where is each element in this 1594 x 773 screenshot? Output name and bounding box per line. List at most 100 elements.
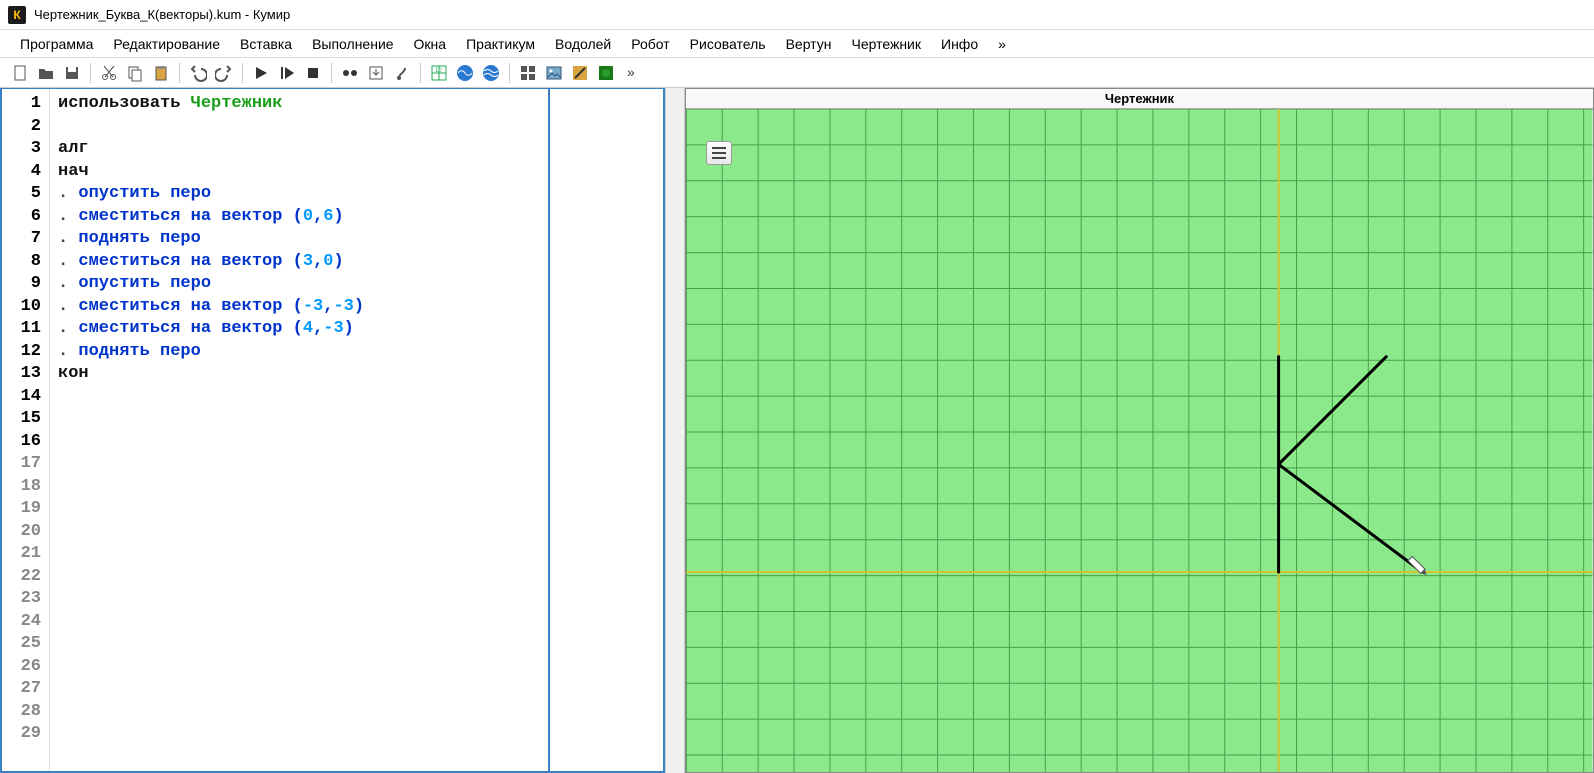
- menu-item-9[interactable]: Вертун: [776, 32, 842, 56]
- save-icon[interactable]: [60, 61, 84, 85]
- line-number: 1: [6, 93, 41, 116]
- menu-item-7[interactable]: Робот: [621, 32, 679, 56]
- new-file-icon[interactable]: [8, 61, 32, 85]
- line-number: 26: [6, 656, 41, 679]
- toolbar-separator: [420, 63, 421, 83]
- line-number: 24: [6, 611, 41, 634]
- editor-pane: 1234567891011121314151617181920212223242…: [0, 88, 665, 773]
- code-line[interactable]: . поднять перо: [58, 228, 540, 251]
- code-line[interactable]: . сместиться на вектор (-3,-3): [58, 296, 540, 319]
- code-line[interactable]: . сместиться на вектор (4,-3): [58, 318, 540, 341]
- code-line[interactable]: алг: [58, 138, 540, 161]
- menubar: ПрограммаРедактированиеВставкаВыполнение…: [0, 30, 1594, 58]
- cut-icon[interactable]: [97, 61, 121, 85]
- line-number: 9: [6, 273, 41, 296]
- menu-item-5[interactable]: Практикум: [456, 32, 545, 56]
- paste-icon[interactable]: [149, 61, 173, 85]
- code-line[interactable]: нач: [58, 161, 540, 184]
- line-number: 15: [6, 408, 41, 431]
- menu-item-2[interactable]: Вставка: [230, 32, 302, 56]
- menu-item-12[interactable]: »: [988, 32, 1016, 56]
- redo-icon[interactable]: [212, 61, 236, 85]
- app-icon: К: [8, 6, 26, 24]
- line-number: 6: [6, 206, 41, 229]
- titlebar: К Чертежник_Буква_К(векторы).kum - Кумир: [0, 0, 1594, 30]
- line-number: 7: [6, 228, 41, 251]
- line-number: 11: [6, 318, 41, 341]
- line-number: 10: [6, 296, 41, 319]
- palette-icon[interactable]: [568, 61, 592, 85]
- menu-item-10[interactable]: Чертежник: [841, 32, 931, 56]
- code-line[interactable]: . опустить перо: [58, 183, 540, 206]
- menu-item-4[interactable]: Окна: [404, 32, 457, 56]
- code-area[interactable]: 1234567891011121314151617181920212223242…: [2, 89, 663, 771]
- breakpoint-icon[interactable]: [338, 61, 362, 85]
- undo-icon[interactable]: [186, 61, 210, 85]
- canvas-menu-button[interactable]: [706, 141, 732, 165]
- line-number: 28: [6, 701, 41, 724]
- line-number: 27: [6, 678, 41, 701]
- line-number: 13: [6, 363, 41, 386]
- line-number: 29: [6, 723, 41, 746]
- svg-text:10: 10: [435, 68, 442, 74]
- side-gutter: [548, 89, 663, 771]
- open-file-icon[interactable]: [34, 61, 58, 85]
- workspace: 1234567891011121314151617181920212223242…: [0, 88, 1594, 773]
- step-into-icon[interactable]: [364, 61, 388, 85]
- window-title: Чертежник_Буква_К(векторы).kum - Кумир: [34, 7, 290, 22]
- menu-item-6[interactable]: Водолей: [545, 32, 621, 56]
- drawing-pane-title: Чертежник: [686, 89, 1593, 109]
- step-out-icon[interactable]: [390, 61, 414, 85]
- svg-text:»: »: [627, 64, 635, 80]
- line-number: 20: [6, 521, 41, 544]
- waves-icon[interactable]: [453, 61, 477, 85]
- code-line[interactable]: . поднять перо: [58, 341, 540, 364]
- drawing-pane: Чертежник: [685, 88, 1594, 773]
- code-line[interactable]: . сместиться на вектор (0,6): [58, 206, 540, 229]
- stop-icon[interactable]: [301, 61, 325, 85]
- copy-icon[interactable]: [123, 61, 147, 85]
- more-icon[interactable]: »: [620, 61, 644, 85]
- toolbar-separator: [179, 63, 180, 83]
- toolbar-separator: [242, 63, 243, 83]
- toolbar-separator: [90, 63, 91, 83]
- line-number: 16: [6, 431, 41, 454]
- line-gutter: 1234567891011121314151617181920212223242…: [2, 89, 50, 771]
- menu-item-8[interactable]: Рисователь: [680, 32, 776, 56]
- line-number: 23: [6, 588, 41, 611]
- code-line[interactable]: [58, 116, 540, 139]
- line-number: 22: [6, 566, 41, 589]
- line-number: 14: [6, 386, 41, 409]
- code-line[interactable]: использовать Чертежник: [58, 93, 540, 116]
- modules-icon[interactable]: [516, 61, 540, 85]
- toolbar-separator: [509, 63, 510, 83]
- line-number: 17: [6, 453, 41, 476]
- grid-icon[interactable]: 10: [427, 61, 451, 85]
- menu-item-0[interactable]: Программа: [10, 32, 103, 56]
- code-line[interactable]: кон: [58, 363, 540, 386]
- line-number: 4: [6, 161, 41, 184]
- line-number: 21: [6, 543, 41, 566]
- line-number: 2: [6, 116, 41, 139]
- code-line[interactable]: . опустить перо: [58, 273, 540, 296]
- line-number: 12: [6, 341, 41, 364]
- canvas-wrap[interactable]: [686, 109, 1593, 772]
- image-icon[interactable]: [542, 61, 566, 85]
- menu-item-1[interactable]: Редактирование: [103, 32, 230, 56]
- toolbar: 10 »: [0, 58, 1594, 88]
- line-number: 25: [6, 633, 41, 656]
- run-icon[interactable]: [249, 61, 273, 85]
- drawing-canvas[interactable]: [686, 109, 1593, 772]
- splitter[interactable]: [665, 88, 685, 773]
- line-number: 3: [6, 138, 41, 161]
- line-number: 5: [6, 183, 41, 206]
- turtle-icon[interactable]: [594, 61, 618, 85]
- menu-item-3[interactable]: Выполнение: [302, 32, 403, 56]
- menu-item-11[interactable]: Инфо: [931, 32, 988, 56]
- line-number: 18: [6, 476, 41, 499]
- step-icon[interactable]: [275, 61, 299, 85]
- code-text[interactable]: использовать Чертежник алгнач. опустить …: [50, 89, 548, 771]
- waves2-icon[interactable]: [479, 61, 503, 85]
- toolbar-separator: [331, 63, 332, 83]
- code-line[interactable]: . сместиться на вектор (3,0): [58, 251, 540, 274]
